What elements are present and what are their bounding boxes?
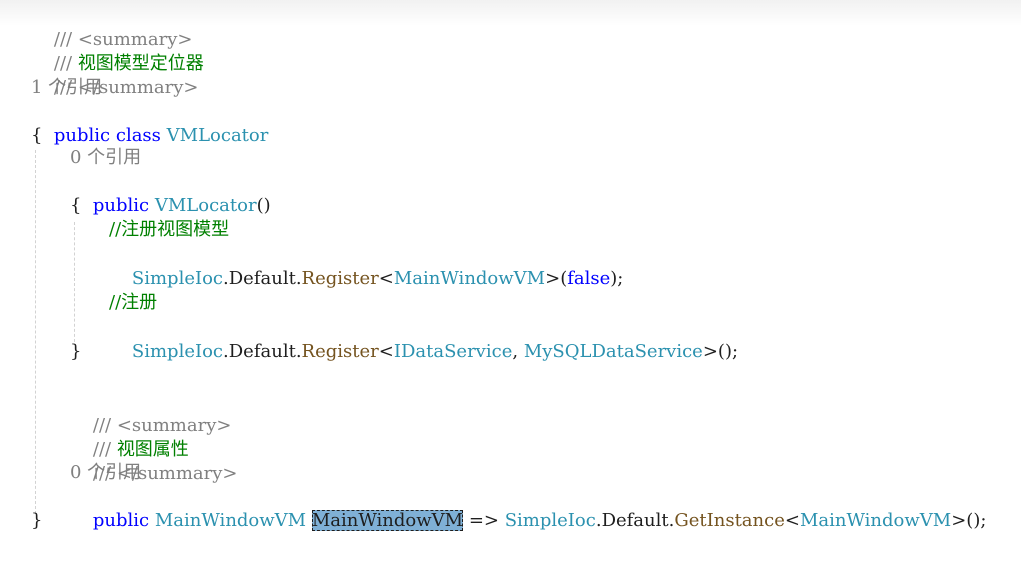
punctuation: <: [378, 341, 394, 362]
code-line: public VMLocator(): [70, 170, 271, 216]
punctuation: ();: [966, 510, 987, 531]
constructor-name: VMLocator: [154, 195, 257, 216]
punctuation: >: [545, 268, 561, 289]
code-line: public MainWindowVM MainWindowVM => Simp…: [70, 485, 986, 531]
codelens-references[interactable]: 0 个引用: [70, 461, 141, 485]
keyword: public: [92, 510, 150, 531]
punctuation: <: [784, 510, 800, 531]
brace: {: [31, 125, 43, 146]
brace: }: [70, 341, 82, 362]
selected-property-name[interactable]: MainWindowVM: [311, 510, 464, 531]
type-argument: MySQLDataService: [523, 341, 703, 362]
punctuation: );: [610, 268, 624, 289]
codelens-references[interactable]: 1 个引用: [31, 76, 102, 100]
code-line: /// <summary>: [31, 4, 193, 50]
method-name: Register: [301, 341, 379, 362]
punctuation: >: [702, 341, 718, 362]
keyword: false: [567, 268, 611, 289]
keyword: class: [115, 125, 161, 146]
code-line: /// </summary>: [31, 52, 199, 98]
codelens-references[interactable]: 0 个引用: [70, 146, 141, 170]
line-comment: //注册: [109, 292, 158, 313]
code-line: /// 视图模型定位器: [31, 28, 204, 74]
code-line: SimpleIoc.Default.Register<MainWindowVM>…: [109, 243, 623, 289]
parens: (): [256, 195, 271, 216]
keyword: public: [53, 125, 111, 146]
type-name: SimpleIoc: [131, 268, 224, 289]
type-argument: MainWindowVM: [799, 510, 952, 531]
punctuation: ();: [717, 341, 739, 362]
code-editor[interactable]: /// <summary> /// 视图模型定位器 /// </summary>…: [0, 0, 1021, 567]
brace: }: [31, 510, 43, 531]
punctuation: ,: [512, 341, 524, 362]
code-line: /// <summary>: [70, 390, 232, 436]
code-line: /// 视图属性: [70, 414, 189, 460]
type-argument: MainWindowVM: [393, 268, 546, 289]
property-name: Default: [228, 268, 296, 289]
punctuation: <: [378, 268, 394, 289]
type-argument: IDataService: [393, 341, 513, 362]
punctuation: =>: [463, 510, 505, 531]
code-line: SimpleIoc.Default.Register<IDataService,…: [109, 316, 738, 362]
property-name: Default: [228, 341, 296, 362]
property-name: Default: [601, 510, 669, 531]
method-name: Register: [301, 268, 379, 289]
type-name: SimpleIoc: [504, 510, 596, 531]
line-comment: //注册视图模型: [109, 219, 230, 240]
class-name: VMLocator: [166, 125, 269, 146]
method-name: GetInstance: [674, 510, 785, 531]
code-line: public class VMLocator: [31, 100, 268, 146]
brace: {: [70, 195, 82, 216]
type-name: MainWindowVM: [154, 510, 307, 531]
indent-guide-outer: [35, 150, 36, 514]
punctuation: >: [951, 510, 967, 531]
code-line: /// </summary>: [70, 438, 238, 484]
type-name: SimpleIoc: [131, 341, 224, 362]
keyword: public: [92, 195, 150, 216]
